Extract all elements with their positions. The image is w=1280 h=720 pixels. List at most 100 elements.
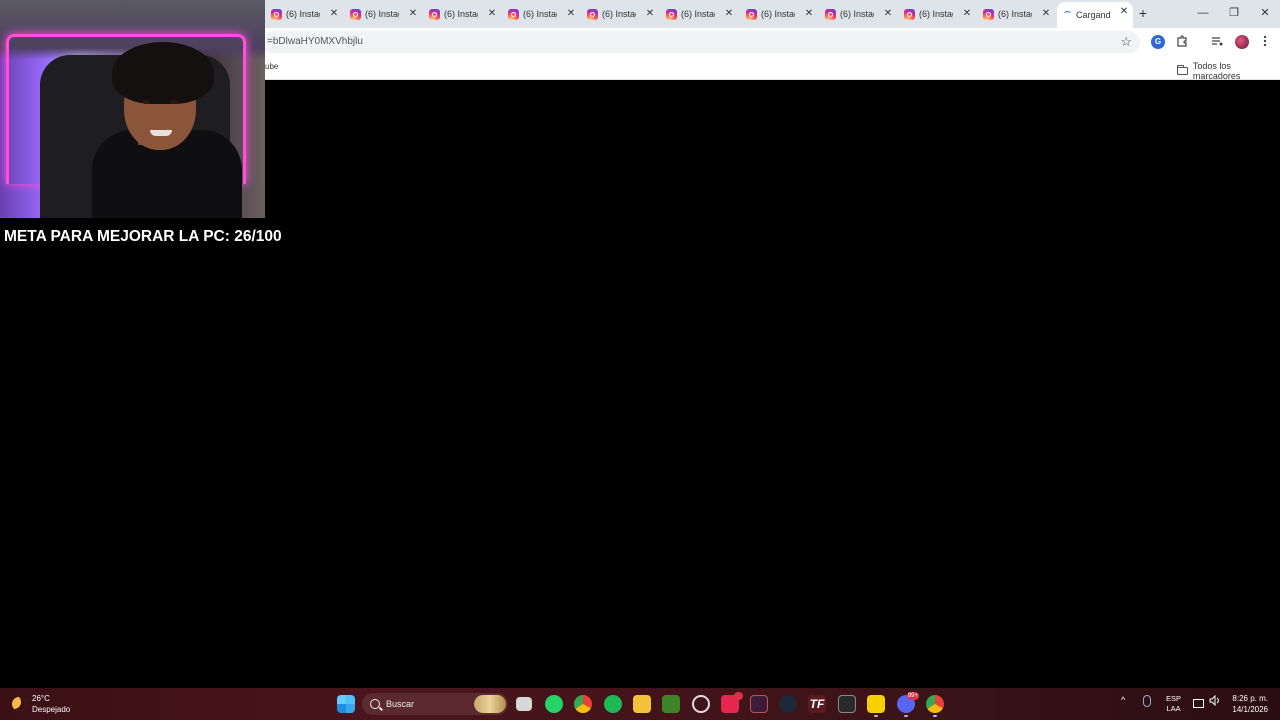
close-tab-icon[interactable]: ✕ xyxy=(643,6,657,22)
taskbar: 26°C Despejado Buscar TF 99+ ^ ESP LAA 8… xyxy=(0,688,1280,720)
task-view-icon[interactable] xyxy=(516,697,532,711)
all-bookmarks-button[interactable]: Todos los marcadores xyxy=(1177,61,1280,81)
discord-badge: 99+ xyxy=(906,692,919,700)
tab-instagram[interactable]: (6) Instagram ✕ xyxy=(819,4,897,24)
new-tab-button[interactable]: + xyxy=(1135,5,1151,21)
instagram-icon xyxy=(271,8,282,20)
tab-title: (6) Instagram xyxy=(286,9,320,19)
taskbar-search[interactable]: Buscar xyxy=(362,693,508,715)
tab-instagram[interactable]: (6) Instagram ✕ xyxy=(977,4,1055,24)
folder-icon xyxy=(1177,65,1188,75)
tab-title: (6) Instagram xyxy=(840,9,874,19)
tab-instagram[interactable]: (6) Instagram ✕ xyxy=(502,4,580,24)
weather-desc: Despejado xyxy=(32,705,71,714)
language-indicator[interactable]: ESP LAA xyxy=(1166,694,1181,714)
epic-games-icon[interactable] xyxy=(838,695,856,713)
spotify-icon[interactable] xyxy=(604,695,622,713)
streamer-eye xyxy=(142,100,150,104)
minecraft-icon[interactable] xyxy=(662,695,680,713)
tiktok-icon[interactable] xyxy=(721,692,743,713)
instagram-icon xyxy=(983,8,994,20)
tab-active[interactable]: Cargando ✕ xyxy=(1057,2,1133,28)
weather-temp: 26°C xyxy=(32,694,50,703)
moon-icon xyxy=(12,697,26,711)
discord-icon[interactable]: 99+ xyxy=(897,692,919,717)
instagram-icon xyxy=(904,8,915,20)
tab-title: (6) Instagram xyxy=(998,9,1032,19)
tab-instagram[interactable]: (6) Instagram ✕ xyxy=(423,4,501,24)
close-tab-icon[interactable]: ✕ xyxy=(485,6,499,22)
close-tab-icon[interactable]: ✕ xyxy=(1039,6,1053,22)
tf-app-icon[interactable]: TF xyxy=(808,695,826,713)
tab-title: (6) Instagram xyxy=(919,9,953,19)
tray-overflow-icon[interactable]: ^ xyxy=(1121,695,1125,705)
tab-title: (6) Instagram xyxy=(681,9,715,19)
instagram-icon xyxy=(666,8,677,20)
close-tab-icon[interactable]: ✕ xyxy=(1117,4,1131,20)
url-text[interactable]: =bDlwaHY0MXVhbjlu xyxy=(267,36,363,47)
extension-g-icon[interactable]: G xyxy=(1151,35,1165,49)
running-indicator xyxy=(933,715,937,717)
menu-dots-icon[interactable] xyxy=(1258,35,1272,49)
search-placeholder: Buscar xyxy=(386,699,415,709)
instagram-icon xyxy=(746,8,757,20)
instagram-icon xyxy=(587,8,598,20)
stream-goal-text: META PARA MEJORAR LA PC: 26/100 xyxy=(4,228,282,245)
tab-instagram[interactable]: (6) Instagram ✕ xyxy=(265,4,343,24)
close-tab-icon[interactable]: ✕ xyxy=(406,6,420,22)
steam-icon[interactable] xyxy=(779,695,797,713)
file-explorer-icon[interactable] xyxy=(633,695,651,713)
close-tab-icon[interactable]: ✕ xyxy=(722,6,736,22)
notification-dot xyxy=(734,692,743,700)
tab-instagram[interactable]: (6) Instagram ✕ xyxy=(898,4,976,24)
microphone-icon[interactable] xyxy=(1143,695,1151,707)
tab-instagram[interactable]: (6) Instagram ✕ xyxy=(660,4,738,24)
minimize-icon[interactable]: — xyxy=(1195,5,1211,21)
loading-spinner-icon xyxy=(1063,10,1072,20)
tab-instagram[interactable]: (6) Instagram ✕ xyxy=(581,4,659,24)
close-tab-icon[interactable]: ✕ xyxy=(802,6,816,22)
chrome-active-icon[interactable] xyxy=(926,695,944,717)
chrome-icon[interactable] xyxy=(574,695,592,713)
streamer-smile xyxy=(150,130,172,136)
tab-instagram[interactable]: (6) Instagram ✕ xyxy=(344,4,422,24)
system-clock[interactable]: 8:26 p. m. 14/1/2026 xyxy=(1228,693,1268,715)
streamer-hair xyxy=(112,42,214,104)
weather-widget[interactable]: 26°C Despejado xyxy=(12,693,70,715)
close-tab-icon[interactable]: ✕ xyxy=(564,6,578,22)
tab-title: (6) Instagram xyxy=(602,9,636,19)
address-bar[interactable]: =bDlwaHY0MXVhbjlu ☆ xyxy=(262,31,1140,53)
screen: (6) Instagram ✕ (6) Instagram ✕ (6) Inst… xyxy=(0,0,1280,720)
tab-title: (6) Instagram xyxy=(523,9,557,19)
windows-start-icon[interactable] xyxy=(337,695,355,713)
tab-title: (6) Instagram xyxy=(365,9,399,19)
running-indicator xyxy=(904,715,908,717)
sticky-notes-icon[interactable] xyxy=(867,695,885,717)
premiere-icon[interactable] xyxy=(750,695,768,713)
streamer-eye xyxy=(170,100,178,104)
search-highlight-icon xyxy=(474,695,506,713)
close-tab-icon[interactable]: ✕ xyxy=(881,6,895,22)
obs-icon[interactable] xyxy=(692,695,710,713)
restore-icon[interactable]: ❐ xyxy=(1226,5,1242,21)
close-tab-icon[interactable]: ✕ xyxy=(960,6,974,22)
network-icon[interactable] xyxy=(1193,699,1204,708)
tab-instagram[interactable]: (6) Instagram ✕ xyxy=(740,4,818,24)
clock-time: 8:26 p. m. xyxy=(1232,694,1268,703)
instagram-icon xyxy=(350,8,361,20)
tab-title: Cargando xyxy=(1076,10,1110,20)
close-window-icon[interactable]: ✕ xyxy=(1257,5,1273,21)
layout-code: LAA xyxy=(1166,704,1181,713)
bookmark-star-icon[interactable]: ☆ xyxy=(1120,34,1132,50)
running-indicator xyxy=(874,715,878,717)
volume-icon[interactable] xyxy=(1209,694,1220,708)
all-bookmarks-label: Todos los marcadores xyxy=(1192,61,1241,81)
search-icon xyxy=(370,699,380,709)
instagram-icon xyxy=(508,8,519,20)
media-control-icon[interactable] xyxy=(1210,35,1224,49)
close-tab-icon[interactable]: ✕ xyxy=(327,6,341,22)
extensions-puzzle-icon[interactable] xyxy=(1175,35,1189,49)
whatsapp-icon[interactable] xyxy=(545,695,563,713)
profile-avatar[interactable] xyxy=(1235,35,1249,49)
bookmark-item[interactable]: ube xyxy=(265,62,278,71)
